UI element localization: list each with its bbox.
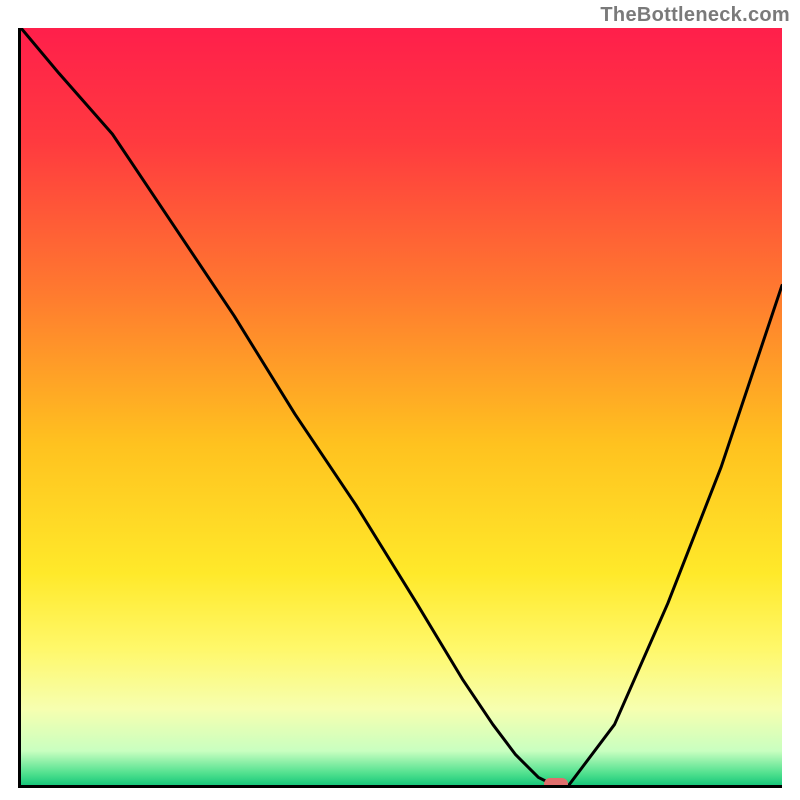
chart-curve	[21, 28, 782, 785]
chart-area	[18, 28, 782, 788]
chart-marker	[544, 778, 568, 788]
watermark-text: TheBottleneck.com	[600, 4, 790, 27]
